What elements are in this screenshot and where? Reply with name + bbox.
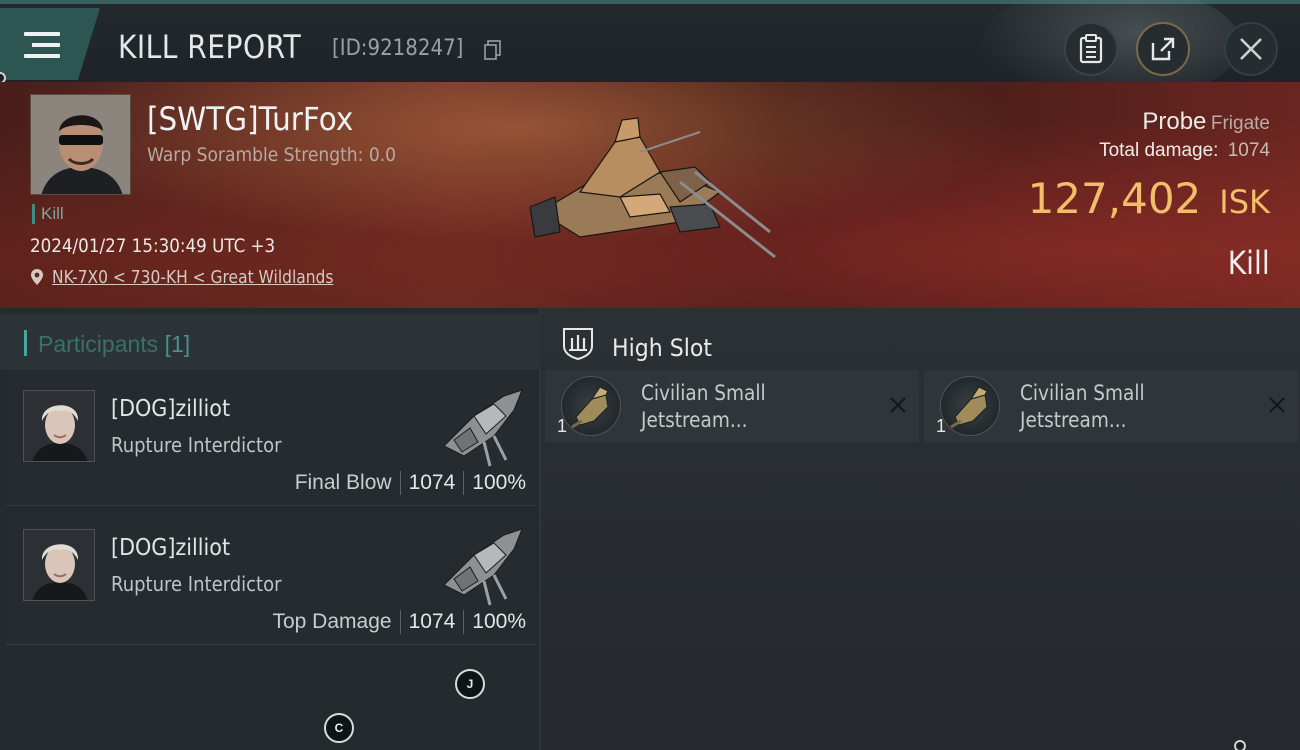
fitting-panel: High Slot 1 Civilian Small Jetstream... … bbox=[541, 308, 1300, 750]
isk-currency: ISK bbox=[1219, 183, 1270, 221]
clipboard-icon bbox=[1079, 34, 1103, 64]
module-icon bbox=[561, 376, 621, 436]
total-damage: Total damage: 1074 bbox=[1099, 140, 1270, 162]
participant-row[interactable]: [DOG]zilliot Rupture Interdictor Final B… bbox=[6, 372, 536, 506]
module-quantity: 1 bbox=[557, 416, 568, 436]
participant-percent: 100% bbox=[472, 471, 526, 494]
kill-tag: Kill bbox=[32, 204, 64, 224]
participant-stats: Top Damage 1074 100% bbox=[272, 610, 526, 634]
isk-amount: 127,402 bbox=[1027, 174, 1202, 223]
module-icon bbox=[940, 376, 1000, 436]
participant-ship-image[interactable] bbox=[434, 515, 530, 611]
hamburger-menu-icon bbox=[24, 32, 62, 62]
module-item[interactable]: 1 Civilian Small Jetstream... bbox=[924, 370, 1298, 442]
warp-scramble-strength: Warp Soramble Strength: 0.0 bbox=[147, 144, 397, 166]
participants-panel: Participants [1] [DOG]zilliot Rupture In… bbox=[0, 308, 541, 750]
x-icon[interactable] bbox=[1268, 396, 1286, 414]
overlay-badge-j[interactable]: J bbox=[455, 669, 485, 699]
close-icon bbox=[1240, 38, 1262, 60]
slot-title: High Slot bbox=[612, 334, 713, 362]
x-icon[interactable] bbox=[889, 396, 907, 414]
victim-name: [SWTG]TurFox bbox=[147, 100, 354, 138]
ship-class: Frigate bbox=[1210, 113, 1270, 134]
participant-role: Top Damage bbox=[272, 610, 392, 633]
participant-role: Final Blow bbox=[294, 471, 392, 494]
edge-handle bbox=[1234, 740, 1246, 750]
share-icon bbox=[1151, 37, 1175, 61]
victim-summary: [SWTG]TurFox Warp Soramble Strength: 0.0… bbox=[0, 82, 1300, 308]
participant-stats: Final Blow 1074 100% bbox=[295, 471, 526, 495]
clipboard-button[interactable] bbox=[1064, 22, 1118, 76]
total-damage-label: Total damage: bbox=[1099, 140, 1219, 161]
top-bar: KILL REPORT [ID:9218247] bbox=[0, 0, 1300, 104]
ship-type: Probe Frigate bbox=[1142, 108, 1270, 136]
isk-value: 127,402 ISK bbox=[1028, 174, 1270, 223]
share-button[interactable] bbox=[1136, 22, 1190, 76]
high-slot-header: High Slot bbox=[541, 314, 1300, 370]
participant-damage: 1074 bbox=[408, 610, 456, 633]
menu-button[interactable] bbox=[0, 8, 100, 80]
overlay-badge-c[interactable]: C bbox=[324, 713, 354, 743]
participant-avatar[interactable] bbox=[23, 390, 95, 462]
victim-ship-image[interactable] bbox=[520, 112, 790, 262]
participant-avatar[interactable] bbox=[23, 529, 95, 601]
participant-percent: 100% bbox=[472, 610, 526, 633]
copy-icon[interactable] bbox=[484, 40, 502, 60]
kill-datetime: 2024/01/27 15:30:49 UTC +3 bbox=[30, 235, 276, 257]
module-quantity: 1 bbox=[936, 416, 947, 436]
participant-ship: Rupture Interdictor bbox=[111, 572, 282, 596]
page-title: KILL REPORT bbox=[118, 28, 302, 66]
ship-name: Probe bbox=[1142, 108, 1207, 135]
map-pin-icon bbox=[31, 269, 43, 285]
module-item[interactable]: 1 Civilian Small Jetstream... bbox=[545, 370, 919, 442]
participant-ship: Rupture Interdictor bbox=[111, 433, 282, 457]
module-name: Civilian Small Jetstream... bbox=[1020, 381, 1145, 432]
victim-portrait[interactable] bbox=[30, 94, 131, 195]
module-name: Civilian Small Jetstream... bbox=[641, 381, 766, 432]
total-damage-value: 1074 bbox=[1227, 140, 1270, 161]
victim-avatar bbox=[31, 95, 130, 194]
location-link[interactable]: NK-7X0 < 730-KH < Great Wildlands bbox=[52, 267, 333, 288]
participant-name: [DOG]zilliot bbox=[111, 535, 231, 561]
participant-portrait bbox=[24, 530, 94, 600]
kill-outcome: Kill bbox=[1228, 244, 1270, 282]
header-accent bbox=[24, 330, 27, 356]
participants-label: Participants bbox=[38, 331, 159, 357]
participant-row[interactable]: [DOG]zilliot Rupture Interdictor Top Dam… bbox=[6, 511, 536, 645]
close-button[interactable] bbox=[1224, 22, 1278, 76]
participant-name: [DOG]zilliot bbox=[111, 396, 231, 422]
participants-count: [1] bbox=[164, 331, 191, 357]
high-slot-icon bbox=[563, 328, 593, 360]
participant-ship-image[interactable] bbox=[434, 376, 530, 472]
participant-portrait bbox=[24, 391, 94, 461]
report-id: [ID:9218247] bbox=[332, 36, 464, 61]
participant-damage: 1074 bbox=[408, 471, 456, 494]
participants-header[interactable]: Participants [1] bbox=[0, 314, 541, 370]
